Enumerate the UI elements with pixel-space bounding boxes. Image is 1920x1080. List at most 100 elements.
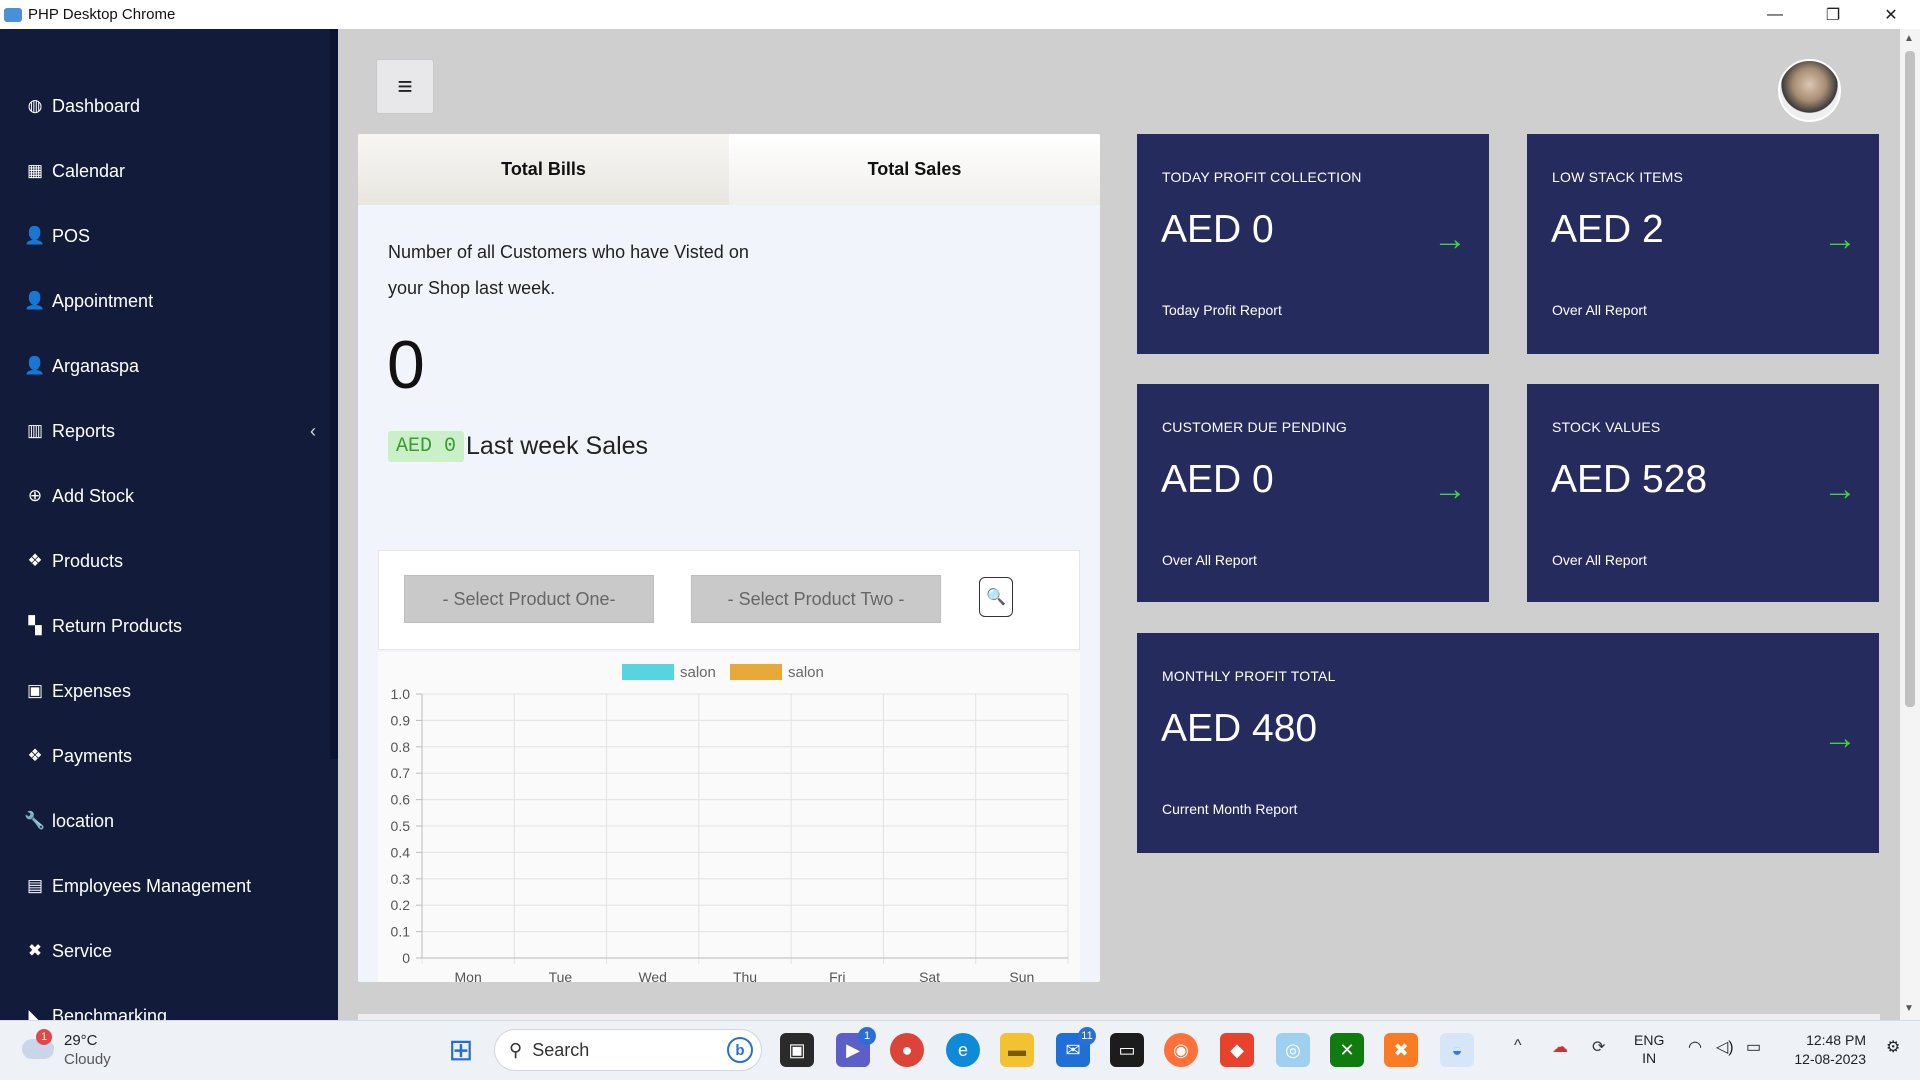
arrow-right-icon[interactable]: → bbox=[1433, 220, 1467, 259]
y-tick-label: 0.8 bbox=[391, 739, 411, 755]
avatar[interactable] bbox=[1778, 59, 1841, 122]
close-button[interactable]: ✕ bbox=[1862, 0, 1920, 29]
select-product-one[interactable]: - Select Product One- bbox=[404, 575, 654, 623]
arrow-right-icon[interactable]: → bbox=[1823, 220, 1857, 259]
sidebar-scrollbar[interactable] bbox=[330, 29, 338, 759]
cloud-offline-icon[interactable]: ☁ bbox=[1552, 1037, 1568, 1057]
taskbar-search[interactable]: ⚲ Search b bbox=[494, 1029, 762, 1071]
search-button[interactable]: 🔍 bbox=[979, 577, 1013, 617]
sidebar-item-employees-management[interactable]: ▤ Employees Management bbox=[24, 866, 324, 906]
sidebar-item-reports[interactable]: ▥ Reports ‹ bbox=[24, 411, 324, 451]
firefox-icon[interactable]: ◉ bbox=[1164, 1033, 1198, 1067]
xampp-icon[interactable]: ✖ bbox=[1384, 1033, 1418, 1067]
sidebar-item-label: Add Stock bbox=[52, 485, 135, 506]
chrome-icon[interactable]: ● bbox=[890, 1033, 924, 1067]
arrow-right-icon[interactable]: → bbox=[1823, 719, 1857, 758]
sidebar-item-dashboard[interactable]: ◍ Dashboard bbox=[24, 86, 324, 126]
sidebar: ◍ Dashboard ▦ Calendar 👤 POS 👤 Appointment 👤… bbox=[0, 29, 338, 1020]
stat-card-customer-due[interactable]: CUSTOMER DUE PENDING AED 0 → Over All Re… bbox=[1137, 384, 1489, 602]
sidebar-item-products[interactable]: ❖ Products bbox=[24, 541, 324, 581]
xbox-icon[interactable]: ✕ bbox=[1330, 1033, 1364, 1067]
sidebar-item-appointment[interactable]: 👤 Appointment bbox=[24, 281, 324, 321]
battery-icon[interactable]: ▭ bbox=[1746, 1037, 1761, 1057]
edge-icon[interactable]: e bbox=[946, 1033, 980, 1067]
app-icon[interactable]: ◎ bbox=[1276, 1033, 1310, 1067]
sync-icon[interactable]: ⟳ bbox=[1592, 1037, 1605, 1057]
minimize-button[interactable]: — bbox=[1746, 0, 1804, 29]
notifications-icon[interactable]: ⚙ bbox=[1886, 1037, 1900, 1057]
tab-total-bills[interactable]: Total Bills bbox=[358, 134, 729, 205]
scrollbar-thumb[interactable] bbox=[1905, 51, 1915, 707]
stat-link[interactable]: Current Month Report bbox=[1162, 801, 1297, 817]
stat-link[interactable]: Over All Report bbox=[1162, 552, 1257, 568]
sidebar-item-benchmarking[interactable]: ◣ Benchmarking bbox=[24, 996, 324, 1021]
x-tick-label: Thu bbox=[733, 969, 757, 982]
stat-value: AED 480 bbox=[1161, 707, 1318, 750]
weather-temp: 29°C bbox=[64, 1032, 98, 1049]
sidebar-item-location[interactable]: 🔧 location bbox=[24, 801, 324, 841]
clock[interactable]: 12:48 PM 12-08-2023 bbox=[1786, 1031, 1866, 1069]
stat-card-monthly-profit[interactable]: MONTHLY PROFIT TOTAL AED 480 → Current M… bbox=[1137, 633, 1879, 853]
arrow-right-icon[interactable]: → bbox=[1433, 470, 1467, 509]
file-explorer-icon[interactable]: ▬ bbox=[1000, 1033, 1034, 1067]
mail-icon[interactable]: ✉ 11 bbox=[1056, 1027, 1096, 1067]
search-icon: 🔍 bbox=[986, 589, 1006, 606]
legend-label: salon bbox=[680, 664, 716, 681]
sidebar-item-add-stock[interactable]: ⊕ Add Stock bbox=[24, 476, 324, 516]
legend-label: salon bbox=[788, 664, 824, 681]
y-tick-label: 0.2 bbox=[391, 897, 411, 913]
region-code: IN bbox=[1642, 1050, 1657, 1066]
stat-link[interactable]: Over All Report bbox=[1552, 552, 1647, 568]
arrow-right-icon[interactable]: → bbox=[1823, 470, 1857, 509]
terminal-icon[interactable]: ▭ bbox=[1110, 1033, 1144, 1067]
volume-icon[interactable]: ◁) bbox=[1716, 1037, 1734, 1057]
stat-card-low-stock[interactable]: LOW STACK ITEMS AED 2 → Over All Report bbox=[1527, 134, 1879, 354]
cubes-icon: ❖ bbox=[27, 746, 43, 765]
weather-widget[interactable]: 29°C Cloudy bbox=[64, 1031, 111, 1069]
tools-icon: ✖ bbox=[27, 941, 43, 960]
sidebar-item-arganaspa[interactable]: 👤 Arganaspa bbox=[24, 346, 324, 386]
page-scrollbar[interactable]: ▲ ▼ bbox=[1900, 29, 1920, 1020]
anydesk-icon[interactable]: ◆ bbox=[1220, 1033, 1254, 1067]
hamburger-icon: ≡ bbox=[397, 71, 413, 101]
php-desktop-icon[interactable]: ◒ bbox=[1440, 1033, 1474, 1067]
chevron-up-icon[interactable]: ^ bbox=[1514, 1037, 1522, 1055]
y-tick-label: 0.9 bbox=[391, 712, 411, 728]
stat-label: MONTHLY PROFIT TOTAL bbox=[1162, 668, 1336, 684]
legend-swatch bbox=[622, 664, 674, 680]
maximize-button[interactable]: ❐ bbox=[1804, 0, 1862, 29]
sidebar-item-payments[interactable]: ❖ Payments bbox=[24, 736, 324, 776]
language-indicator[interactable]: ENG IN bbox=[1634, 1031, 1664, 1067]
tab-bar: Total Bills Total Sales bbox=[358, 134, 1100, 205]
sidebar-item-expenses[interactable]: ▣ Expenses bbox=[24, 671, 324, 711]
sidebar-item-pos[interactable]: 👤 POS bbox=[24, 216, 324, 256]
select-product-two[interactable]: - Select Product Two - bbox=[691, 575, 941, 623]
sidebar-item-service[interactable]: ✖ Service bbox=[24, 931, 324, 971]
bing-icon[interactable]: b bbox=[727, 1037, 753, 1063]
windows-start-icon[interactable]: ⊞ bbox=[444, 1033, 478, 1067]
weather-icon[interactable]: 1 bbox=[20, 1029, 56, 1061]
search-icon: ⚲ bbox=[509, 1039, 523, 1060]
teams-icon[interactable]: ▶ 1 bbox=[836, 1027, 876, 1067]
sidebar-item-return-products[interactable]: ▚ Return Products bbox=[24, 606, 324, 646]
stat-card-stock-values[interactable]: STOCK VALUES AED 528 → Over All Report bbox=[1527, 384, 1879, 602]
product-filter-panel: - Select Product One- - Select Product T… bbox=[378, 550, 1080, 650]
task-view-icon[interactable]: ▣ bbox=[780, 1033, 814, 1067]
chevron-left-icon[interactable]: ‹ bbox=[310, 421, 316, 442]
scroll-down-icon[interactable]: ▼ bbox=[1904, 1003, 1914, 1014]
wifi-icon[interactable]: ◠ bbox=[1688, 1037, 1702, 1057]
sidebar-item-label: Calendar bbox=[52, 160, 126, 181]
x-tick-label: Tue bbox=[549, 969, 573, 982]
stat-label: CUSTOMER DUE PENDING bbox=[1162, 419, 1347, 435]
window-titlebar: PHP Desktop Chrome — ❐ ✕ bbox=[0, 0, 1920, 29]
x-tick-label: Wed bbox=[638, 969, 667, 982]
stat-link[interactable]: Over All Report bbox=[1552, 302, 1647, 318]
stat-card-today-profit[interactable]: TODAY PROFIT COLLECTION AED 0 → Today Pr… bbox=[1137, 134, 1489, 354]
menu-toggle-button[interactable]: ≡ bbox=[376, 59, 434, 114]
mail-badge: 11 bbox=[1078, 1027, 1096, 1045]
sidebar-item-label: POS bbox=[52, 225, 91, 246]
stat-link[interactable]: Today Profit Report bbox=[1162, 302, 1282, 318]
scroll-up-icon[interactable]: ▲ bbox=[1904, 33, 1914, 44]
sidebar-item-calendar[interactable]: ▦ Calendar bbox=[24, 151, 324, 191]
tab-total-sales[interactable]: Total Sales bbox=[729, 134, 1100, 205]
